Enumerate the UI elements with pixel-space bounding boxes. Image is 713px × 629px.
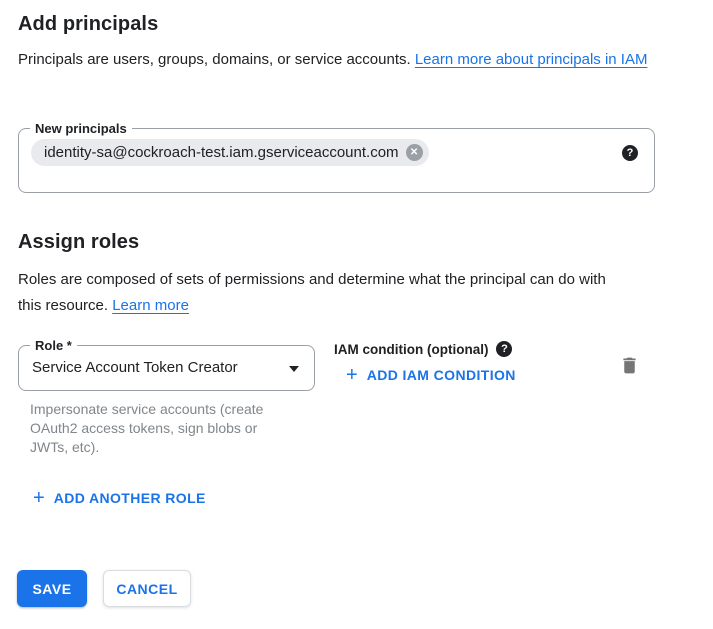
iam-condition-help-icon[interactable]: ? (496, 341, 512, 357)
new-principals-help-icon[interactable]: ? (622, 145, 638, 161)
assign-roles-title: Assign roles (18, 231, 139, 254)
dropdown-arrow-icon (289, 366, 299, 372)
plus-icon: + (33, 490, 45, 506)
new-principals-field[interactable]: New principals identity-sa@cockroach-tes… (18, 128, 655, 193)
roles-description-text: Roles are composed of sets of permission… (18, 271, 606, 314)
iam-condition-label: IAM condition (optional) (334, 342, 488, 357)
add-another-role-button[interactable]: + ADD ANOTHER ROLE (33, 490, 206, 506)
learn-more-roles-link[interactable]: Learn more (112, 297, 189, 314)
role-helper-text: Impersonate service accounts (create OAu… (30, 400, 282, 457)
principals-description: Principals are users, groups, domains, o… (18, 47, 658, 73)
iam-condition-header: IAM condition (optional) ? (334, 341, 512, 357)
principal-chip[interactable]: identity-sa@cockroach-test.iam.gservicea… (31, 139, 429, 166)
add-principals-title: Add principals (18, 13, 158, 36)
add-another-role-label: ADD ANOTHER ROLE (54, 490, 206, 506)
principal-chip-text: identity-sa@cockroach-test.iam.gservicea… (44, 144, 399, 161)
add-principals-dialog: Add principals Principals are users, gro… (0, 0, 713, 629)
chip-remove-icon[interactable]: ✕ (406, 144, 423, 161)
trash-icon (619, 355, 640, 376)
learn-more-principals-link[interactable]: Learn more about principals in IAM (415, 51, 648, 68)
new-principals-label: New principals (30, 120, 132, 137)
principals-description-text: Principals are users, groups, domains, o… (18, 51, 415, 68)
add-iam-condition-label: ADD IAM CONDITION (367, 367, 516, 383)
role-select[interactable]: Role * Service Account Token Creator (18, 345, 315, 391)
delete-role-button[interactable] (615, 351, 644, 380)
save-button[interactable]: SAVE (17, 570, 87, 607)
role-selected-value: Service Account Token Creator (32, 346, 238, 390)
plus-icon: + (346, 367, 358, 383)
add-iam-condition-button[interactable]: + ADD IAM CONDITION (346, 367, 516, 383)
roles-description: Roles are composed of sets of permission… (18, 267, 628, 319)
cancel-button[interactable]: CANCEL (103, 570, 191, 607)
